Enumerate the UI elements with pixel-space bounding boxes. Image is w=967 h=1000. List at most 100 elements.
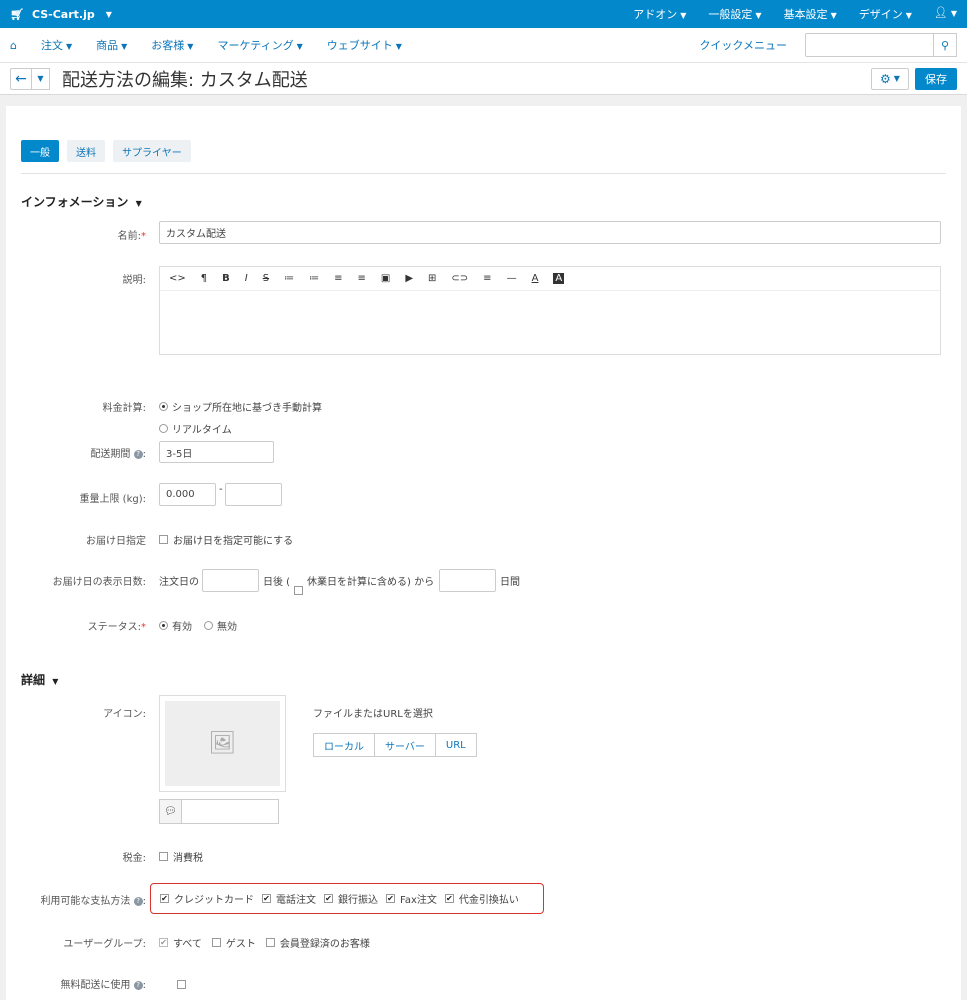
help-icon: ? xyxy=(133,449,143,459)
outdent-icon[interactable]: ≡ xyxy=(334,273,342,284)
nav-website[interactable]: ウェブサイト ▼ xyxy=(327,37,402,53)
server-button[interactable]: サーバー xyxy=(375,733,436,757)
search-input[interactable] xyxy=(805,33,933,57)
days-from-input[interactable] xyxy=(202,569,259,592)
weight-separator: - xyxy=(219,484,223,495)
top-bar: 🛒︎ CS-Cart.jp ▼ アドオン ▼ 一般設定 ▼ 基本設定 ▼ デザイン ▼ 👤… xyxy=(0,0,967,28)
group-all[interactable]: ✔ すべて xyxy=(159,935,202,950)
status-label: ステータス:* xyxy=(87,622,146,633)
video-icon[interactable]: ▶ xyxy=(405,273,413,284)
tab-shipping-rates[interactable]: 送料 xyxy=(67,140,105,162)
gear-button[interactable]: ⚙ ▼ xyxy=(871,67,909,90)
tab-general[interactable]: 一般 xyxy=(21,140,59,162)
status-active-radio[interactable]: 有効 xyxy=(159,618,192,633)
ordered-list-icon[interactable]: ≔ xyxy=(309,273,319,284)
payment-label: 利用可能な支払方法 ?: xyxy=(40,896,146,907)
nav-products[interactable]: 商品 ▼ xyxy=(96,37,127,53)
delivery-date-checkbox[interactable]: お届け日を指定可能にする xyxy=(159,532,293,547)
nav-orders[interactable]: 注文 ▼ xyxy=(41,37,72,53)
weight-max-input[interactable] xyxy=(225,483,282,506)
image-icon[interactable]: ▣ xyxy=(381,273,390,284)
user-menu[interactable]: 👤︎ ▼ xyxy=(934,6,957,22)
description-editor[interactable]: <> ¶ B I S ≔ ≔ ≡ ≡ ▣ ▶ ⊞ ⊂⊃ ≡ — A A xyxy=(159,266,941,355)
payment-cod[interactable]: ✔ 代金引換払い xyxy=(444,891,519,906)
brand[interactable]: 🛒︎ CS-Cart.jp ▼ xyxy=(10,8,112,21)
weight-min-input[interactable]: 0.000 xyxy=(159,483,216,506)
bold-icon[interactable]: B xyxy=(222,273,230,284)
content-panel: 一般 送料 サプライヤー インフォメーション ▼ 名前:* カスタム配送 説明:… xyxy=(6,106,961,1000)
icon-label: アイコン: xyxy=(103,709,146,720)
usergroup-label: ユーザーグループ: xyxy=(63,939,146,950)
tab-suppliers[interactable]: サプライヤー xyxy=(113,140,191,162)
holiday-label: 休業日を計算に含める) から xyxy=(307,577,435,588)
payment-bank-transfer[interactable]: ✔ 銀行振込 xyxy=(324,891,378,906)
menu-addons[interactable]: アドオン ▼ xyxy=(633,6,686,22)
days-prefix: 注文日の xyxy=(159,577,199,588)
rate-calc-label: 料金計算: xyxy=(102,403,146,414)
payment-fax-order[interactable]: ✔ Fax注文 xyxy=(386,891,437,906)
indent-icon[interactable]: ≡ xyxy=(357,273,365,284)
search: ⚲ xyxy=(805,33,957,57)
home-icon[interactable]: ⌂ xyxy=(10,39,17,52)
background-color-icon[interactable]: A xyxy=(553,273,565,284)
help-icon: ? xyxy=(133,896,143,906)
holiday-checkbox[interactable] xyxy=(294,585,303,595)
days-mid: 日後 ( xyxy=(263,577,291,588)
icon-preview: 🖼︎ xyxy=(159,695,286,792)
unordered-list-icon[interactable]: ≔ xyxy=(284,273,294,284)
menu-design[interactable]: デザイン ▼ xyxy=(859,6,912,22)
name-label: 名前:* xyxy=(117,231,146,242)
paragraph-icon[interactable]: ¶ xyxy=(201,273,207,284)
italic-icon[interactable]: I xyxy=(245,273,248,284)
menu-general-settings[interactable]: 一般設定 ▼ xyxy=(708,6,761,22)
code-view-icon[interactable]: <> xyxy=(169,273,186,284)
back-button[interactable]: ← xyxy=(10,67,32,90)
nav-marketing[interactable]: マーケティング ▼ xyxy=(217,37,302,53)
payment-phone-order[interactable]: ✔ 電話注文 xyxy=(262,891,316,906)
period-label: 配送期間 ?: xyxy=(90,449,146,460)
strikethrough-icon[interactable]: S xyxy=(263,273,269,284)
group-registered[interactable]: 会員登録済のお客様 xyxy=(265,935,370,950)
period-input[interactable]: 3-5日 xyxy=(159,441,274,463)
name-input[interactable]: カスタム配送 xyxy=(159,221,941,244)
section-info-heading[interactable]: インフォメーション ▼ xyxy=(21,193,142,210)
free-shipping-checkbox[interactable] xyxy=(176,979,186,989)
group-guest[interactable]: ゲスト xyxy=(211,935,256,950)
table-icon[interactable]: ⊞ xyxy=(428,273,436,284)
quick-menu[interactable]: クイックメニュー xyxy=(699,37,787,53)
payment-methods-highlight: ✔ クレジットカード ✔ 電話注文 ✔ 銀行振込 ✔ Fax注文 ✔ 代金引換払い xyxy=(150,883,544,914)
alt-text-field[interactable]: 💬︎ xyxy=(159,799,279,824)
title-bar: ← ▼ 配送方法の編集: カスタム配送 ⚙ ▼ 保存 xyxy=(0,63,967,95)
horizontal-rule-icon[interactable]: — xyxy=(507,273,517,284)
tax-label: 税金: xyxy=(122,853,146,864)
divider xyxy=(21,173,946,174)
link-icon[interactable]: ⊂⊃ xyxy=(451,273,468,284)
rate-realtime-radio[interactable]: リアルタイム xyxy=(159,421,232,436)
status-inactive-radio[interactable]: 無効 xyxy=(204,618,237,633)
file-select-label: ファイルまたはURLを選択 xyxy=(313,709,433,720)
description-label: 説明: xyxy=(122,275,146,286)
align-icon[interactable]: ≡ xyxy=(483,273,491,284)
delivery-date-label: お届け日指定 xyxy=(86,536,146,547)
rate-manual-radio[interactable]: ショップ所在地に基づき手動計算 xyxy=(159,399,322,414)
free-shipping-label: 無料配送に使用 ?: xyxy=(60,980,146,991)
tax-checkbox[interactable]: 消費税 xyxy=(159,849,203,864)
nav-customers[interactable]: お客様 ▼ xyxy=(151,37,193,53)
page-title: 配送方法の編集: カスタム配送 xyxy=(62,69,308,91)
image-placeholder-icon: 🖼︎ xyxy=(208,731,237,756)
save-button[interactable]: 保存 xyxy=(915,67,957,90)
url-button[interactable]: URL xyxy=(435,733,477,757)
chevron-down-icon: ▼ xyxy=(105,9,112,19)
payment-credit-card[interactable]: ✔ クレジットカード xyxy=(160,891,254,906)
weight-label: 重量上限 (kg): xyxy=(79,494,147,505)
days-suffix: 日間 xyxy=(500,577,520,588)
font-color-icon[interactable]: A xyxy=(532,273,539,284)
menu-basic-settings[interactable]: 基本設定 ▼ xyxy=(784,6,837,22)
days-to-input[interactable] xyxy=(439,569,496,592)
section-detail-heading[interactable]: 詳細 ▼ xyxy=(21,671,58,688)
local-button[interactable]: ローカル xyxy=(313,733,375,757)
gear-icon: ⚙ xyxy=(880,71,891,86)
chevron-down-icon[interactable]: ▼ xyxy=(32,67,50,90)
main-nav: ⌂ 注文 ▼ 商品 ▼ お客様 ▼ マーケティング ▼ ウェブサイト ▼ クイックメニュー… xyxy=(0,28,967,63)
search-icon[interactable]: ⚲ xyxy=(933,33,957,57)
